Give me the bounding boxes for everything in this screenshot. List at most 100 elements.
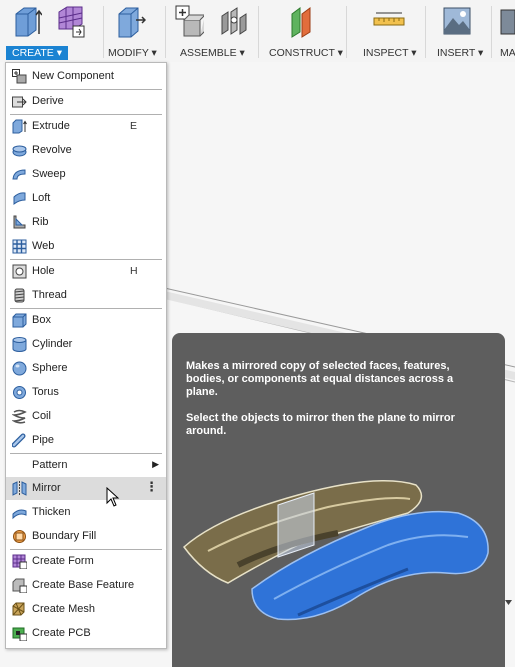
menu-item-thicken[interactable]: Thicken [6,501,166,524]
thicken-icon [12,509,27,520]
menu-item-label: Pattern [32,459,68,471]
create-form-tool-icon[interactable] [55,4,85,38]
construct-menu-button[interactable]: CONSTRUCT ▾ [269,46,343,60]
menu-item-label: Pipe [32,434,55,446]
menu-item-label: Revolve [32,144,72,156]
create-pcb-icon [12,627,27,641]
measure-icon[interactable] [372,4,406,38]
menu-item-label: Cylinder [32,338,73,350]
loft-icon [13,192,26,206]
menu-item-revolve[interactable]: Revolve [6,139,166,162]
menu-item-rib[interactable]: Rib [6,211,166,234]
extrude-icon [12,119,27,134]
rib-icon [13,215,26,229]
menu-item-label: Create Form [32,555,94,567]
inspect-menu-button[interactable]: INSPECT ▾ [363,46,417,60]
sphere-icon [12,361,27,376]
menu-item-thread[interactable]: Thread [6,284,166,307]
submenu-arrow-icon: ▶ [152,459,159,469]
menu-item-pipe[interactable]: Pipe [6,429,166,452]
offset-plane-icon[interactable] [289,4,319,38]
menu-item-label: Derive [32,95,64,107]
ribbon-separator [346,6,347,58]
insert-canvas-icon[interactable] [442,4,472,38]
box-icon [12,313,27,328]
modify-menu-button[interactable]: MODIFY ▾ [108,46,157,60]
derive-icon [12,96,27,108]
menu-item-mirror[interactable]: Mirror ⋮ [6,477,166,500]
menu-item-label: Torus [32,386,59,398]
ribbon-separator [491,6,492,58]
menu-item-label: Rib [32,216,49,228]
coil-icon [12,409,27,424]
insert-menu-button[interactable]: INSERT ▾ [437,46,483,60]
shortcut-label: E [130,120,138,132]
mirror-tooltip: Makes a mirrored copy of selected faces,… [172,333,505,667]
menu-item-label: Mirror [32,482,61,494]
menu-item-extrude[interactable]: Extrude E [6,115,166,138]
ribbon-separator [165,6,166,58]
boundary-fill-icon [13,530,26,543]
ribbon-separator [425,6,426,58]
base-feature-icon [12,578,27,593]
menu-item-label: Create Base Feature [32,579,135,591]
mouse-cursor-icon [106,487,120,507]
menu-item-hole[interactable]: Hole H [6,260,166,283]
create-mesh-icon [12,602,25,616]
joint-icon[interactable] [219,4,249,38]
new-sketch-icon[interactable] [12,4,42,38]
tooltip-instruction: Select the objects to mirror then the pl… [186,412,455,437]
menu-item-label: Sphere [32,362,68,374]
menu-item-label: Extrude [32,120,70,132]
menu-item-label: Loft [32,192,51,204]
menu-item-new-component[interactable]: New Component [6,65,166,88]
menu-item-create-mesh[interactable]: Create Mesh [6,598,166,621]
menu-item-create-form[interactable]: Create Form [6,550,166,573]
menu-item-coil[interactable]: Coil [6,405,166,428]
create-dropdown-menu: New Component Derive Extrude E Revolve S… [5,62,167,649]
shortcut-label: H [130,265,138,277]
thread-icon [14,288,25,303]
torus-icon [13,386,26,399]
menu-item-box[interactable]: Box [6,309,166,332]
menu-item-web[interactable]: Web [6,235,166,258]
menu-item-cylinder[interactable]: Cylinder [6,333,166,356]
menu-item-torus[interactable]: Torus [6,381,166,404]
menu-item-create-base-feature[interactable]: Create Base Feature [6,574,166,597]
cylinder-icon [12,337,27,352]
pipe-icon [12,433,26,448]
web-icon [12,239,27,254]
sweep-icon [12,169,26,180]
more-options-icon[interactable]: ⋮ [145,480,158,494]
ribbon-separator [258,6,259,58]
menu-item-label: New Component [32,70,114,82]
ribbon-separator [103,6,104,58]
tooltip-description: Makes a mirrored copy of selected faces,… [186,360,454,398]
create-menu-button[interactable]: CREATE ▾ [6,46,68,60]
hole-icon [12,264,27,279]
menu-item-create-pcb[interactable]: Create PCB [6,622,166,645]
menu-item-loft[interactable]: Loft [6,187,166,210]
revolve-icon [12,145,27,157]
menu-item-label: Box [32,314,51,326]
mirror-preview-illustration [182,480,489,621]
menu-item-label: Thicken [32,506,71,518]
menu-item-boundary-fill[interactable]: Boundary Fill [6,525,166,548]
menu-item-derive[interactable]: Derive [6,90,166,113]
menu-item-label: Coil [32,410,51,422]
new-component-tool-icon[interactable] [174,4,204,38]
assemble-menu-button[interactable]: ASSEMBLE ▾ [180,46,245,60]
create-form-icon [12,554,27,569]
new-component-icon [12,69,27,84]
menu-item-label: Sweep [32,168,66,180]
make-menu-button[interactable]: MA [500,46,515,60]
menu-item-sphere[interactable]: Sphere [6,357,166,380]
menu-item-label: Web [32,240,55,252]
menu-item-label: Hole [32,265,55,277]
mirror-icon [12,481,27,496]
menu-item-sweep[interactable]: Sweep [6,163,166,186]
menu-item-label: Create Mesh [32,603,95,615]
press-pull-icon[interactable] [116,4,146,38]
make-tool-icon[interactable] [499,4,515,38]
menu-item-pattern[interactable]: Pattern ▶ [6,454,166,477]
